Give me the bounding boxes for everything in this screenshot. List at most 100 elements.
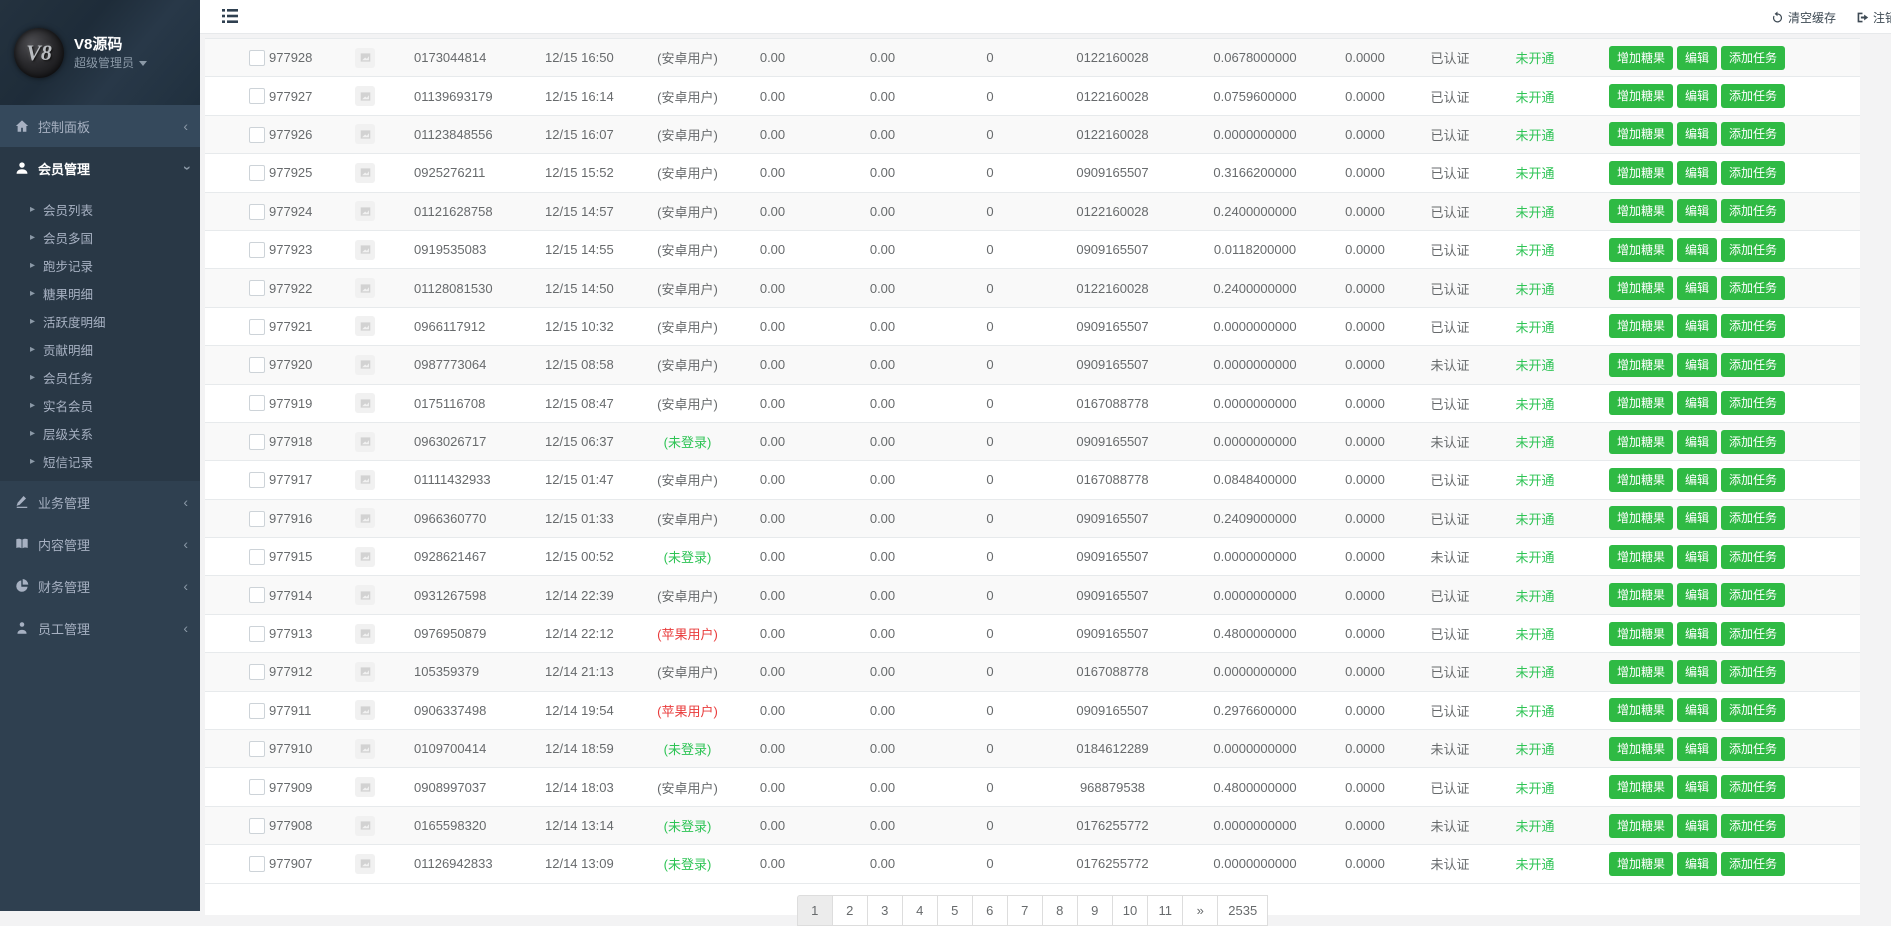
row-checkbox[interactable] (249, 856, 265, 872)
add-task-button[interactable]: 添加任务 (1721, 238, 1785, 262)
edit-button[interactable]: 编辑 (1677, 622, 1717, 646)
edit-button[interactable]: 编辑 (1677, 46, 1717, 70)
pagination-page-button[interactable]: 6 (972, 895, 1008, 926)
edit-button[interactable]: 编辑 (1677, 314, 1717, 338)
pagination-page-button[interactable]: 8 (1042, 895, 1078, 926)
add-candy-button[interactable]: 增加糖果 (1609, 276, 1673, 300)
sidebar-subitem[interactable]: ▸贡献明细 (0, 335, 200, 363)
add-task-button[interactable]: 添加任务 (1721, 161, 1785, 185)
row-checkbox[interactable] (249, 127, 265, 143)
edit-button[interactable]: 编辑 (1677, 161, 1717, 185)
row-checkbox[interactable] (249, 242, 265, 258)
add-task-button[interactable]: 添加任务 (1721, 775, 1785, 799)
sidebar-subitem[interactable]: ▸跑步记录 (0, 251, 200, 279)
row-checkbox[interactable] (249, 626, 265, 642)
edit-button[interactable]: 编辑 (1677, 814, 1717, 838)
add-candy-button[interactable]: 增加糖果 (1609, 506, 1673, 530)
add-task-button[interactable]: 添加任务 (1721, 199, 1785, 223)
add-candy-button[interactable]: 增加糖果 (1609, 122, 1673, 146)
sidebar-subitem[interactable]: ▸层级关系 (0, 419, 200, 447)
sidebar-subitem[interactable]: ▸会员列表 (0, 195, 200, 223)
add-task-button[interactable]: 添加任务 (1721, 660, 1785, 684)
row-checkbox[interactable] (249, 280, 265, 296)
pagination-page-button[interactable]: 7 (1007, 895, 1043, 926)
row-checkbox[interactable] (249, 703, 265, 719)
add-candy-button[interactable]: 增加糖果 (1609, 852, 1673, 876)
add-task-button[interactable]: 添加任务 (1721, 276, 1785, 300)
pagination-next-button[interactable]: » (1182, 895, 1218, 926)
pagination-page-button[interactable]: 9 (1077, 895, 1113, 926)
edit-button[interactable]: 编辑 (1677, 199, 1717, 223)
row-checkbox[interactable] (249, 587, 265, 603)
add-task-button[interactable]: 添加任务 (1721, 545, 1785, 569)
add-candy-button[interactable]: 增加糖果 (1609, 199, 1673, 223)
row-checkbox[interactable] (249, 664, 265, 680)
pagination-page-button[interactable]: 2 (832, 895, 868, 926)
row-checkbox[interactable] (249, 395, 265, 411)
add-task-button[interactable]: 添加任务 (1721, 622, 1785, 646)
add-task-button[interactable]: 添加任务 (1721, 391, 1785, 415)
row-checkbox[interactable] (249, 549, 265, 565)
edit-button[interactable]: 编辑 (1677, 430, 1717, 454)
sidebar-subitem[interactable]: ▸短信记录 (0, 447, 200, 475)
add-candy-button[interactable]: 增加糖果 (1609, 46, 1673, 70)
add-candy-button[interactable]: 增加糖果 (1609, 353, 1673, 377)
add-task-button[interactable]: 添加任务 (1721, 122, 1785, 146)
pagination-page-button[interactable]: 10 (1112, 895, 1148, 926)
pagination-page-button[interactable]: 3 (867, 895, 903, 926)
row-checkbox[interactable] (249, 511, 265, 527)
add-task-button[interactable]: 添加任务 (1721, 84, 1785, 108)
sidebar-item[interactable]: 会员管理‹ (0, 147, 200, 189)
sidebar-item[interactable]: 控制面板‹ (0, 105, 200, 147)
sidebar-subitem[interactable]: ▸实名会员 (0, 391, 200, 419)
user-role-dropdown[interactable]: 超级管理员 (74, 55, 147, 71)
row-checkbox[interactable] (249, 357, 265, 373)
sidebar-subitem[interactable]: ▸会员多国 (0, 223, 200, 251)
add-task-button[interactable]: 添加任务 (1721, 353, 1785, 377)
add-candy-button[interactable]: 增加糖果 (1609, 775, 1673, 799)
add-candy-button[interactable]: 增加糖果 (1609, 238, 1673, 262)
add-task-button[interactable]: 添加任务 (1721, 814, 1785, 838)
edit-button[interactable]: 编辑 (1677, 391, 1717, 415)
edit-button[interactable]: 编辑 (1677, 276, 1717, 300)
add-candy-button[interactable]: 增加糖果 (1609, 430, 1673, 454)
add-candy-button[interactable]: 增加糖果 (1609, 814, 1673, 838)
row-checkbox[interactable] (249, 741, 265, 757)
pagination-page-button[interactable]: 4 (902, 895, 938, 926)
edit-button[interactable]: 编辑 (1677, 583, 1717, 607)
row-checkbox[interactable] (249, 165, 265, 181)
add-task-button[interactable]: 添加任务 (1721, 737, 1785, 761)
sidebar-item[interactable]: 财务管理‹ (0, 565, 200, 607)
logout-button[interactable]: 注销 (1856, 9, 1891, 26)
add-task-button[interactable]: 添加任务 (1721, 430, 1785, 454)
sidebar-item[interactable]: 业务管理‹ (0, 481, 200, 523)
sidebar-subitem[interactable]: ▸会员任务 (0, 363, 200, 391)
add-task-button[interactable]: 添加任务 (1721, 314, 1785, 338)
row-checkbox[interactable] (249, 434, 265, 450)
add-task-button[interactable]: 添加任务 (1721, 698, 1785, 722)
add-candy-button[interactable]: 增加糖果 (1609, 698, 1673, 722)
add-task-button[interactable]: 添加任务 (1721, 583, 1785, 607)
edit-button[interactable]: 编辑 (1677, 468, 1717, 492)
sidebar-item[interactable]: 员工管理‹ (0, 607, 200, 649)
pagination-page-button[interactable]: 5 (937, 895, 973, 926)
add-candy-button[interactable]: 增加糖果 (1609, 660, 1673, 684)
row-checkbox[interactable] (249, 204, 265, 220)
sidebar-toggle-icon[interactable] (222, 9, 240, 25)
edit-button[interactable]: 编辑 (1677, 84, 1717, 108)
edit-button[interactable]: 编辑 (1677, 775, 1717, 799)
row-checkbox[interactable] (249, 472, 265, 488)
add-candy-button[interactable]: 增加糖果 (1609, 468, 1673, 492)
clear-cache-button[interactable]: 清空缓存 (1771, 9, 1836, 26)
pagination-page-button[interactable]: 2535 (1217, 895, 1268, 926)
row-checkbox[interactable] (249, 779, 265, 795)
sidebar-item[interactable]: 内容管理‹ (0, 523, 200, 565)
edit-button[interactable]: 编辑 (1677, 238, 1717, 262)
row-checkbox[interactable] (249, 818, 265, 834)
add-task-button[interactable]: 添加任务 (1721, 506, 1785, 530)
add-candy-button[interactable]: 增加糖果 (1609, 545, 1673, 569)
edit-button[interactable]: 编辑 (1677, 353, 1717, 377)
add-candy-button[interactable]: 增加糖果 (1609, 84, 1673, 108)
row-checkbox[interactable] (249, 50, 265, 66)
sidebar-subitem[interactable]: ▸活跃度明细 (0, 307, 200, 335)
